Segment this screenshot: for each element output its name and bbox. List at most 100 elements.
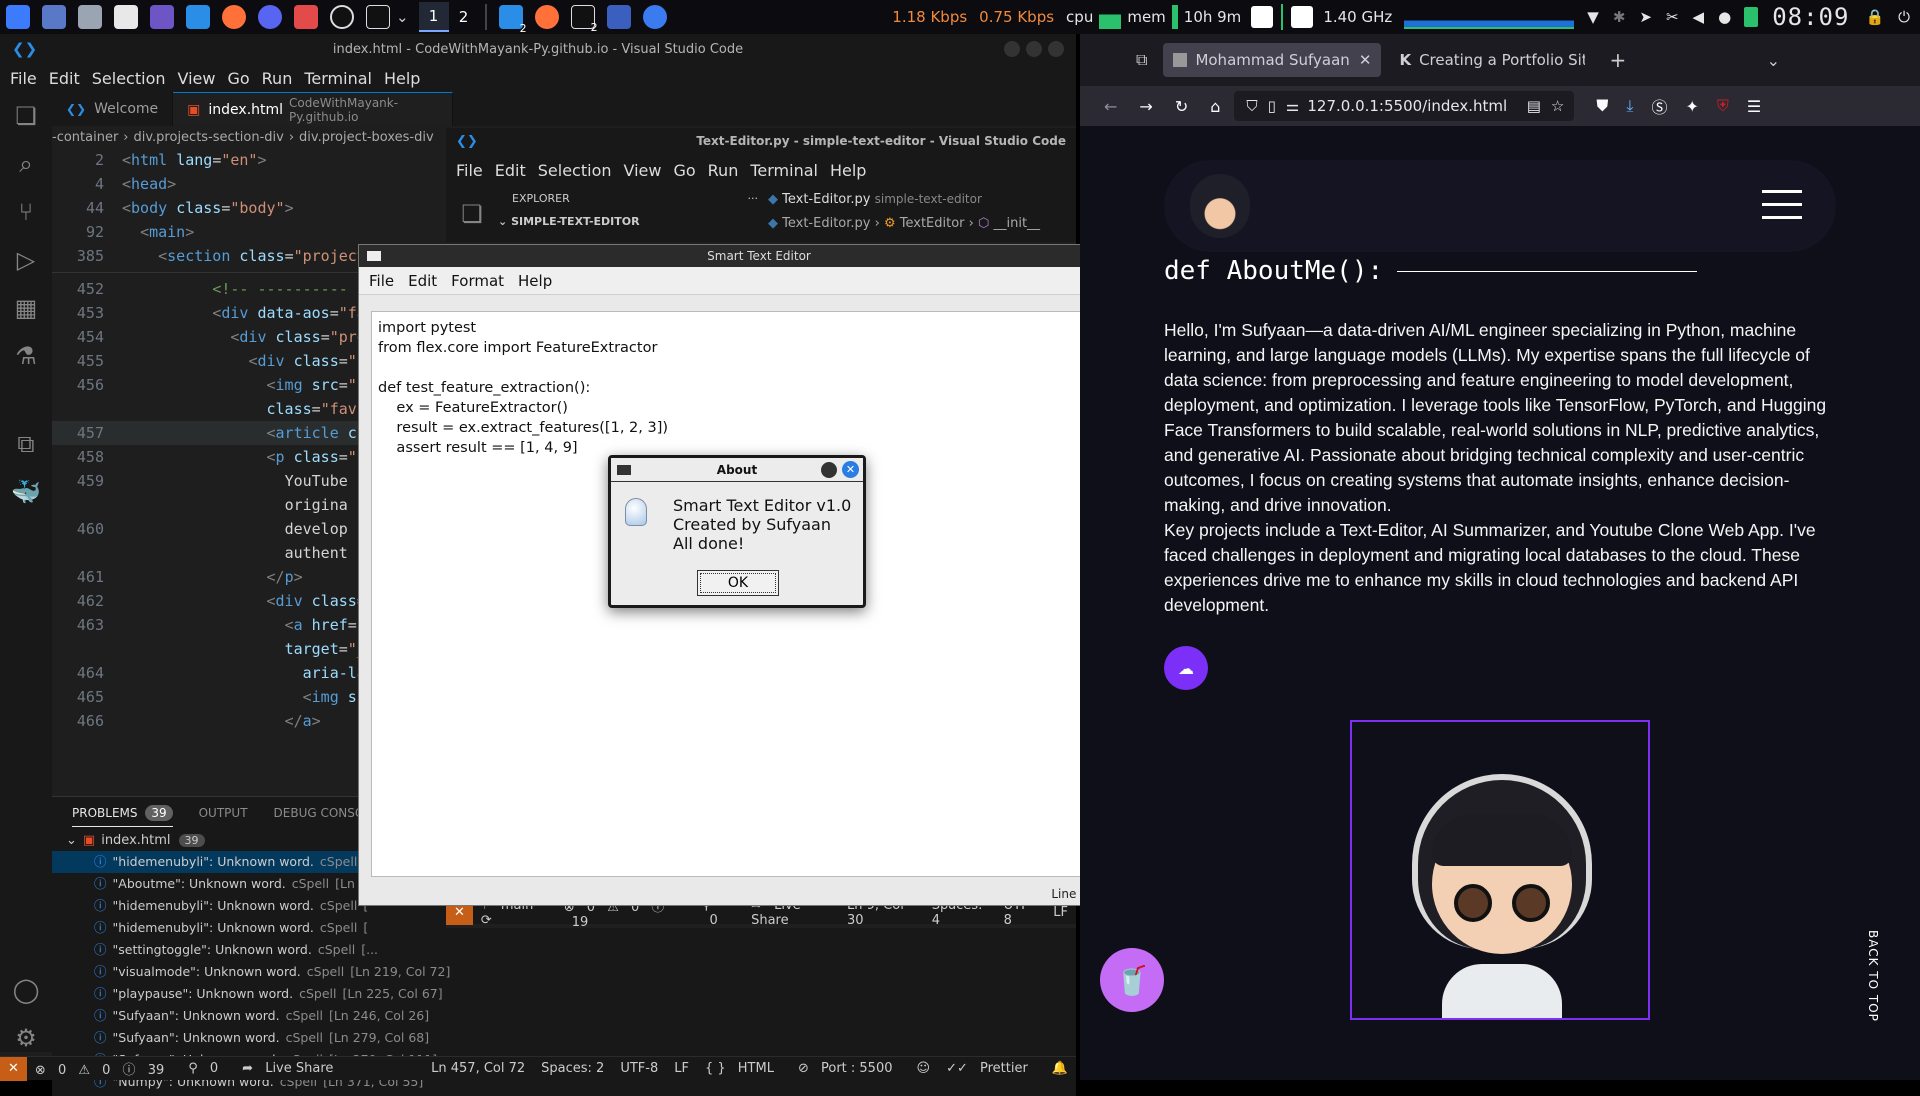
telegram-icon[interactable]: ➤ [1639, 8, 1652, 26]
close-button[interactable]: ✕ [842, 461, 859, 478]
search-icon[interactable]: ⌕ [0, 140, 52, 188]
copilot-icon[interactable]: ☺ [917, 1061, 931, 1076]
forward-button[interactable]: → [1139, 97, 1152, 116]
notifications-icon[interactable]: ● [1718, 8, 1731, 26]
manage-gear-icon[interactable]: ⚙ [0, 1014, 52, 1062]
ublock-icon[interactable]: ⛨ [1717, 96, 1729, 116]
menu-edit[interactable]: Edit [49, 69, 80, 88]
pocket-icon[interactable]: ⛊ [1596, 96, 1608, 116]
menu-run[interactable]: Run [262, 69, 293, 88]
ok-button[interactable]: OK [697, 570, 779, 596]
cursor-position[interactable]: Ln 457, Col 72 [431, 1061, 525, 1076]
breadcrumb-item[interactable]: div.projects-section-div [134, 130, 284, 145]
tab-overview-icon[interactable]: ⧉ [1136, 50, 1147, 70]
end-of-line[interactable]: LF [1053, 905, 1068, 920]
live-server-port[interactable]: ⊘ Port : 5500 [798, 1061, 901, 1076]
indentation[interactable]: Spaces: 2 [541, 1061, 604, 1076]
app-launcher-icon[interactable] [6, 5, 30, 29]
tab-portfolio[interactable]: Mohammad Sufyaan | Por ✕ [1163, 43, 1382, 77]
downloads-icon[interactable]: ⤓ [1626, 96, 1633, 116]
window-menu-icon[interactable] [367, 251, 381, 261]
vscode-icon[interactable] [186, 5, 210, 29]
vscode-window-icon[interactable]: 2 [498, 5, 527, 35]
workspace-2[interactable]: 2 [449, 2, 479, 32]
encoding[interactable]: UTF-8 [620, 1061, 658, 1076]
hamburger-menu-icon[interactable] [1762, 190, 1802, 219]
account-extension-icon[interactable]: Ⓢ [1651, 94, 1667, 118]
back-button[interactable]: ← [1104, 97, 1117, 116]
problems-indicator[interactable]: ⊗ 0 ⚠ 0 ⓘ 39 [35, 1059, 172, 1078]
workspace-1[interactable]: 1 [418, 2, 449, 32]
terminal-window-icon[interactable]: 2 [570, 5, 598, 34]
menu-selection[interactable]: Selection [92, 69, 166, 88]
menu-run[interactable]: Run [708, 161, 739, 180]
clock[interactable]: 08:09 [1772, 3, 1849, 31]
prettier-status[interactable]: ✓✓ Prettier [946, 1061, 1036, 1076]
obs-icon[interactable] [330, 5, 354, 29]
menu-go[interactable]: Go [673, 161, 695, 180]
folder-icon[interactable] [78, 5, 102, 29]
chevron-down-icon[interactable]: ⌄ [396, 8, 409, 26]
menu-go[interactable]: Go [227, 69, 249, 88]
menu-terminal[interactable]: Terminal [304, 69, 372, 88]
tools-icon[interactable]: ✂ [1666, 8, 1679, 26]
menu-file[interactable]: File [456, 161, 483, 180]
bluetooth-icon[interactable]: ✱ [1613, 8, 1626, 26]
cup-icon-button[interactable]: 🥤 [1100, 948, 1164, 1012]
back-to-top-link[interactable]: BACK TO TOP [1860, 930, 1880, 1066]
explorer-icon[interactable]: ❏ [0, 92, 52, 140]
extensions-icon[interactable]: ▦ [0, 284, 52, 332]
new-tab-button[interactable]: + [1609, 48, 1626, 72]
tab-output[interactable]: OUTPUT [199, 806, 248, 820]
source-control-icon[interactable]: ⑂ [0, 188, 52, 236]
tab-problems[interactable]: PROBLEMS 39 [72, 800, 173, 827]
window-menu-icon[interactable] [617, 464, 631, 475]
breadcrumb-item[interactable]: TextEditor [900, 216, 965, 231]
explorer-folder[interactable]: ⌄ SIMPLE-TEXT-EDITOR [498, 215, 768, 228]
firefox-window-icon[interactable] [534, 5, 559, 29]
remote-indicator[interactable]: ✕ [0, 1056, 27, 1081]
menu-view[interactable]: View [624, 161, 662, 180]
notifications-bell-icon[interactable]: 🔔 [1052, 1061, 1068, 1076]
language-mode[interactable]: { } HTML [705, 1061, 782, 1076]
app-menu-icon[interactable]: ☰ [1747, 97, 1761, 116]
bookmark-star-icon[interactable]: ☆ [1551, 97, 1564, 115]
folder-window-icon[interactable] [606, 5, 631, 29]
menu-file[interactable]: File [369, 272, 394, 290]
problem-row[interactable]: ⓘ "Sufyaan": Unknown word. cSpell [Ln 279, … [52, 1027, 1076, 1049]
reader-view-icon[interactable]: ▤ [1527, 97, 1541, 115]
problem-row[interactable]: ⓘ "settingtoggle": Unknown word. cSpell [..… [52, 939, 1076, 961]
list-all-tabs-icon[interactable]: ⌄ [1767, 51, 1780, 70]
document-icon[interactable] [114, 5, 138, 29]
breadcrumb-item[interactable]: div.project-boxes-div [299, 130, 434, 145]
breadcrumb-item[interactable]: -container [52, 130, 118, 145]
account-icon[interactable]: ◯ [0, 966, 52, 1014]
remote-explorer-icon[interactable]: ⧉ [0, 420, 52, 468]
discord-icon[interactable] [258, 5, 282, 29]
url-bar[interactable]: ⛉ ▯ ⚌ 127.0.0.1:5500/index.html ▤ ☆ [1234, 91, 1575, 121]
firefox-icon[interactable] [222, 5, 246, 29]
menu-help[interactable]: Help [830, 161, 866, 180]
maximize-button[interactable] [1026, 41, 1042, 57]
monitor-icon[interactable] [150, 5, 174, 29]
download-cv-button[interactable]: ☁ [1164, 646, 1208, 690]
lock-icon[interactable]: 🔒 [1865, 8, 1884, 26]
ports-indicator[interactable]: ⚲ 0 [188, 1061, 226, 1076]
menu-help[interactable]: Help [518, 272, 552, 290]
run-debug-icon[interactable]: ▷ [0, 236, 52, 284]
battery-icon[interactable] [1744, 7, 1759, 27]
tab-text-editor-py[interactable]: ◆ Text-Editor.py simple-text-editor [768, 192, 1076, 207]
close-tab-icon[interactable]: ✕ [1359, 51, 1372, 69]
end-of-line[interactable]: LF [674, 1061, 689, 1076]
reload-button[interactable]: ↻ [1175, 97, 1188, 116]
minimize-button[interactable] [1004, 41, 1020, 57]
menu-help[interactable]: Help [384, 69, 420, 88]
menu-selection[interactable]: Selection [538, 161, 612, 180]
problem-row[interactable]: ⓘ "visualmode": Unknown word. cSpell [Ln 21… [52, 961, 1076, 983]
tab-welcome[interactable]: ❮❯ Welcome [52, 92, 174, 126]
screenshot-icon[interactable] [294, 5, 318, 29]
problem-row[interactable]: ⓘ "playpause": Unknown word. cSpell [Ln 225… [52, 983, 1076, 1005]
testing-icon[interactable]: ⚗ [0, 332, 52, 380]
explorer-icon[interactable]: ❏ [446, 186, 498, 242]
menu-edit[interactable]: Edit [495, 161, 526, 180]
